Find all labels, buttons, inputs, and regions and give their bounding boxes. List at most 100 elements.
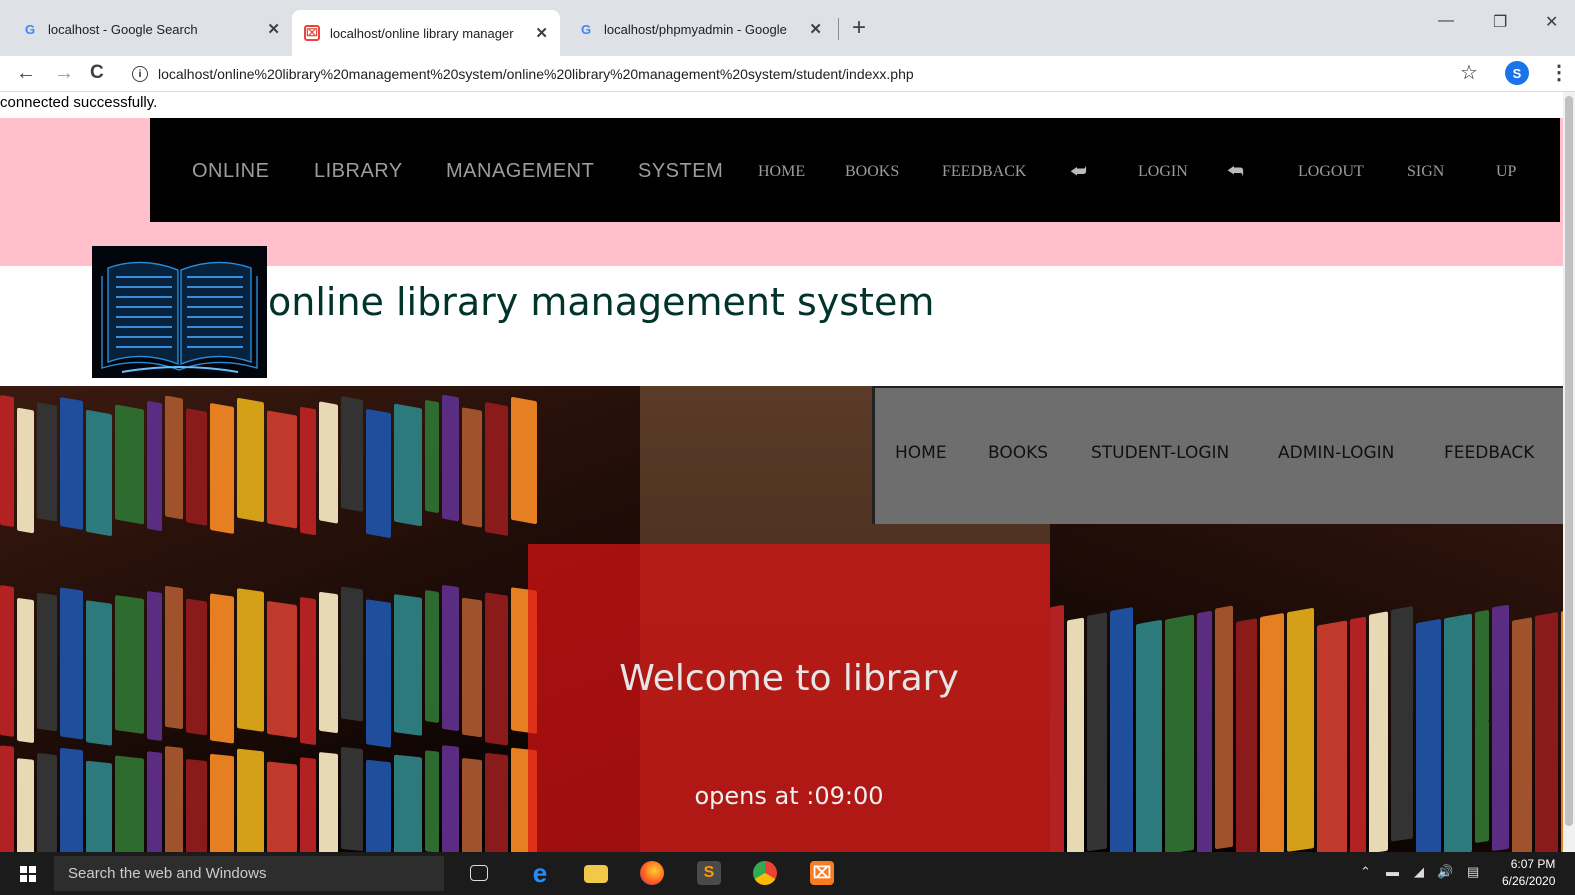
tab-online-library[interactable]: ⌧ localhost/online library manager ✕ [292,10,560,56]
subnav-admin-login-link[interactable]: ADMIN-LOGIN [1278,443,1394,463]
book-spine [1492,604,1509,732]
book-spine [1416,729,1441,852]
tab-google-search[interactable]: G localhost - Google Search ✕ [10,10,292,48]
profile-avatar[interactable]: S [1505,61,1529,85]
page-scrollbar[interactable] [1563,92,1575,852]
book-spine [210,402,234,535]
new-tab-button[interactable]: + [852,14,866,42]
minimize-icon[interactable]: — [1438,12,1454,30]
nav-logout-link[interactable]: LOGOUT [1298,163,1364,181]
book-spine [1350,726,1366,852]
site-title: online library management system [268,280,935,324]
nav-login-link[interactable]: LOGIN [1138,163,1188,181]
book-spine [237,588,264,732]
restore-icon[interactable]: ❐ [1493,12,1507,32]
notification-icon[interactable]: ▤ [1467,864,1479,880]
nav-feedback-link[interactable]: FEEDBACK [942,163,1026,181]
info-icon[interactable]: i [132,66,148,82]
book-spine [267,600,297,739]
login-icon[interactable]: ⮨ [1070,161,1087,182]
volume-icon[interactable]: 🔊 [1437,864,1453,880]
wifi-icon[interactable]: ◢ [1414,864,1424,880]
nav-home-link[interactable]: HOME [758,163,805,181]
opening-time: opens at :09:00 [694,782,884,810]
url-text: localhost/online%20library%20management%… [158,66,914,82]
book-spine [17,407,34,534]
windows-start-icon[interactable] [20,866,36,882]
book-spine [37,752,57,852]
file-explorer-icon[interactable] [584,865,608,883]
book-spine [17,597,34,744]
brand-word-online: ONLINE [192,160,270,182]
book-spine [1067,727,1084,852]
nav-signup-up[interactable]: UP [1496,163,1516,181]
address-bar[interactable]: i localhost/online%20library%20managemen… [132,60,1432,88]
book-spine [17,758,34,852]
book-spine [1067,617,1084,744]
reload-icon[interactable]: C [90,62,104,84]
show-hidden-icons-icon[interactable]: ⌃ [1360,864,1371,880]
logout-icon[interactable]: ⮪ [1227,161,1244,182]
secondary-navbar: HOME BOOKS STUDENT-LOGIN ADMIN-LOGIN FEE… [872,386,1563,524]
book-spine [462,757,482,852]
welcome-box: Welcome to library opens at :09:00 [528,544,1050,852]
close-window-icon[interactable]: ✕ [1545,12,1558,32]
menu-icon[interactable]: ⋮ [1549,60,1569,85]
edge-icon[interactable]: e [528,858,552,888]
subnav-home-link[interactable]: HOME [895,443,947,463]
google-icon: G [24,21,36,37]
book-spine [165,746,183,852]
book-spine [485,401,508,537]
book-spine [341,396,363,512]
book-spine [1287,607,1314,733]
book-spine [341,746,363,852]
firefox-icon[interactable] [640,861,664,885]
book-spine [1475,609,1489,724]
book-spine [1087,612,1107,732]
connection-status: connected successfully. [0,94,158,111]
subnav-books-link[interactable]: BOOKS [988,443,1048,463]
book-spine [1475,720,1489,843]
subnav-feedback-link[interactable]: FEEDBACK [1444,443,1534,463]
book-spine [86,409,112,537]
book-spine [1260,723,1284,852]
google-icon: G [580,21,592,37]
book-spine [37,402,57,522]
book-spine [442,745,459,852]
nav-signup-sign[interactable]: SIGN [1407,163,1444,181]
book-spine [1136,730,1162,852]
library-book-logo [92,246,267,378]
book-spine [366,599,391,748]
book-spine [442,394,459,522]
book-spine [394,754,422,852]
close-tab-icon[interactable]: ✕ [535,24,548,42]
back-icon[interactable]: ← [16,62,36,85]
book-spine [1391,716,1413,842]
chrome-icon[interactable] [753,861,777,885]
book-spine [1287,718,1314,852]
scrollbar-thumb[interactable] [1565,96,1573,826]
tab-title: localhost/online library manager [330,25,514,41]
book-spine [319,591,338,734]
xampp-icon[interactable]: ⌧ [810,861,834,885]
book-spine [1535,722,1558,852]
forward-icon[interactable]: → [54,62,74,85]
bookmark-star-icon[interactable]: ☆ [1460,60,1478,85]
nav-books-link[interactable]: BOOKS [845,163,899,181]
tab-phpmyadmin[interactable]: G localhost/phpmyadmin - Google ✕ [566,10,834,48]
book-spine [462,597,482,738]
taskbar-search-box[interactable]: Search the web and Windows [54,856,444,891]
book-spine [0,585,14,737]
book-spine [115,404,144,525]
network-icon[interactable]: ▬ [1386,864,1399,879]
task-view-icon[interactable] [470,865,488,881]
book-spine [341,586,363,722]
clock-date: 6/26/2020 [1502,874,1556,888]
book-spine [1317,620,1347,739]
taskbar-clock[interactable]: 6:07 PM 6/26/2020 [1502,856,1555,890]
close-tab-icon[interactable]: ✕ [809,20,822,38]
subnav-student-login-link[interactable]: STUDENT-LOGIN [1091,443,1229,463]
sublime-icon[interactable]: S [697,861,721,885]
close-tab-icon[interactable]: ✕ [267,20,280,38]
book-spine [1165,614,1194,735]
